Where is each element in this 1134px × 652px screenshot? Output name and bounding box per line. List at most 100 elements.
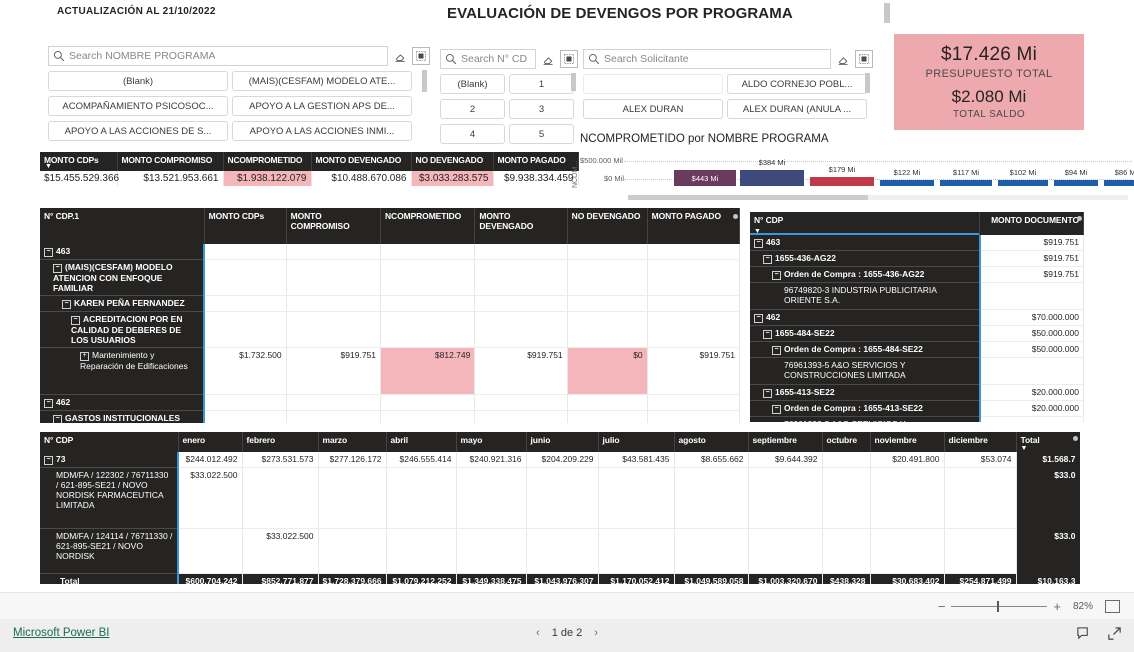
collapse-minus-icon[interactable]: − bbox=[754, 314, 763, 323]
row-header-karen-pena[interactable]: − KAREN PEÑA FERNANDEZ bbox=[40, 295, 206, 312]
table-row[interactable]: −462 bbox=[40, 394, 740, 411]
table-row[interactable]: − GASTOS INSTITUCIONALES bbox=[40, 410, 740, 423]
table-row[interactable]: −1655-436-AG22 $919.751 bbox=[750, 250, 1084, 267]
zoom-in-button[interactable]: + bbox=[1053, 599, 1061, 614]
collapse-minus-icon[interactable]: − bbox=[772, 346, 781, 355]
collapse-minus-icon[interactable]: − bbox=[763, 255, 772, 264]
kpi-col-monto-compromiso[interactable]: MONTO COMPROMISO bbox=[117, 152, 224, 171]
slicer-tile[interactable] bbox=[583, 74, 723, 94]
table-row[interactable]: −463 $919.751 bbox=[750, 235, 1084, 251]
row-header-proveedor-ao-servicios-2[interactable]: 76961393-5 A&O SERVICIOS Y CONSTRUCCIONE… bbox=[750, 416, 981, 422]
slicer-scrollbar-solicitante[interactable] bbox=[865, 73, 870, 93]
row-header-mdm-fa-124114[interactable]: MDM/FA / 124114 / 76711330 / 621-895-SE2… bbox=[40, 528, 179, 574]
row-header-orden-compra-1655-436[interactable]: − Orden de Compra : 1655-436-AG22 bbox=[750, 266, 981, 283]
row-header-463[interactable]: −463 bbox=[40, 244, 206, 260]
row-header-1655-436-ag22[interactable]: −1655-436-AG22 bbox=[750, 250, 981, 267]
col-abril[interactable]: abril bbox=[386, 432, 457, 452]
table-row[interactable]: − (MAIS)(CESFAM) MODELO ATENCION CON ENFO… bbox=[40, 259, 740, 296]
chevron-right-icon[interactable]: › bbox=[594, 627, 598, 639]
table-row[interactable]: − Orden de Compra : 1655-436-AG22 $919.75… bbox=[750, 266, 1084, 283]
bar[interactable] bbox=[880, 180, 934, 186]
col-monto-documento[interactable]: MONTO DOCUMENTO bbox=[979, 212, 1084, 235]
table-row[interactable]: 76961393-5 A&O SERVICIOS Y CONSTRUCCIONE… bbox=[750, 416, 1084, 422]
slicer-tile[interactable]: ALDO CORNEJO POBL... bbox=[727, 74, 867, 94]
focus-mode-icon[interactable] bbox=[412, 47, 430, 65]
matrix-right-scroll-dot[interactable] bbox=[1077, 216, 1082, 221]
kpi-col-monto-pagado[interactable]: MONTO PAGADO bbox=[493, 152, 579, 171]
slicer-tile[interactable]: (Blank) bbox=[440, 74, 505, 94]
matrix-left-scroll-dot[interactable] bbox=[733, 214, 738, 219]
canvas-scroll-indicator[interactable] bbox=[884, 3, 890, 23]
matrix-ncdp-documento[interactable]: N° CDP ▼ MONTO DOCUMENTO −463 $919.751 −… bbox=[750, 212, 1084, 422]
col-febrero[interactable]: febrero bbox=[242, 432, 319, 452]
table-row[interactable]: MDM/FA / 124114 / 76711330 / 621-895-SE2… bbox=[40, 528, 1080, 574]
focus-mode-icon[interactable] bbox=[560, 50, 578, 68]
bar[interactable] bbox=[1054, 180, 1098, 186]
search-input-cdp[interactable]: Search N° CD bbox=[440, 49, 536, 69]
slicer-tile[interactable]: (MAIS)(CESFAM) MODELO ATE... bbox=[232, 71, 412, 91]
slicer-tile[interactable]: APOYO A LAS ACCIONES INMI... bbox=[232, 121, 412, 141]
slicer-tile[interactable]: ALEX DURAN bbox=[583, 99, 723, 119]
collapse-minus-icon[interactable]: − bbox=[772, 271, 781, 280]
col-septiembre[interactable]: septiembre bbox=[748, 432, 823, 452]
matrix-cdp-mensual[interactable]: N° CDP enero febrero marzo abril mayo ju… bbox=[40, 432, 1080, 584]
col-enero[interactable]: enero bbox=[178, 432, 243, 452]
slicer-scrollbar-programa[interactable] bbox=[422, 70, 427, 92]
collapse-minus-icon[interactable]: − bbox=[772, 405, 781, 414]
col-ncdp1[interactable]: N° CDP.1 bbox=[40, 208, 205, 244]
bar[interactable] bbox=[810, 177, 874, 186]
kpi-col-no-devengado[interactable]: NO DEVENGADO bbox=[411, 152, 494, 171]
matrix-bottom-scroll-dot[interactable] bbox=[1073, 436, 1078, 441]
row-header-proveedor-industria-publicitaria[interactable]: 96749820-3 INDUSTRIA PUBLICITARIA ORIENT… bbox=[750, 282, 981, 310]
slicer-tile[interactable]: 4 bbox=[440, 124, 505, 144]
collapse-minus-icon[interactable]: − bbox=[62, 300, 71, 309]
col-julio[interactable]: julio bbox=[598, 432, 675, 452]
table-row[interactable]: MDM/FA / 122302 / 76711330 / 621-895-SE2… bbox=[40, 467, 1080, 529]
col-marzo[interactable]: marzo bbox=[318, 432, 387, 452]
comment-icon[interactable] bbox=[1076, 626, 1091, 641]
row-header-73[interactable]: −73 bbox=[40, 452, 179, 468]
slicer-tile[interactable]: ACOMPAÑAMIENTO PSICOSOC... bbox=[48, 96, 228, 116]
row-header-mais-cesfam[interactable]: − (MAIS)(CESFAM) MODELO ATENCION CON ENFO… bbox=[40, 259, 206, 296]
col-agosto[interactable]: agosto bbox=[674, 432, 749, 452]
collapse-minus-icon[interactable]: − bbox=[754, 239, 763, 248]
collapse-minus-icon[interactable]: − bbox=[44, 399, 53, 408]
col-ncdp[interactable]: N° CDP bbox=[40, 432, 179, 452]
clear-filter-icon[interactable] bbox=[835, 51, 851, 67]
col-diciembre[interactable]: diciembre bbox=[944, 432, 1017, 452]
collapse-minus-icon[interactable]: − bbox=[53, 264, 62, 273]
table-row[interactable]: + Mantenimiento y Reparación de Edificaci… bbox=[40, 347, 740, 395]
chart-hscrollbar-thumb[interactable] bbox=[628, 195, 868, 200]
matrix-evaluacion-programa[interactable]: N° CDP.1 MONTO CDPs MONTO COMPROMISO NCO… bbox=[40, 208, 740, 423]
bar[interactable] bbox=[940, 180, 992, 186]
col-junio[interactable]: junio bbox=[526, 432, 599, 452]
row-header-mdm-fa-122302[interactable]: MDM/FA / 122302 / 76711330 / 621-895-SE2… bbox=[40, 467, 179, 529]
slicer-tile[interactable]: 5 bbox=[509, 124, 574, 144]
fit-to-page-icon[interactable] bbox=[1105, 599, 1120, 613]
row-header-orden-compra-1655-413[interactable]: − Orden de Compra : 1655-413-SE22 bbox=[750, 400, 981, 417]
col-monto-pagado[interactable]: MONTO PAGADO bbox=[647, 208, 740, 244]
table-row[interactable]: − ACREDITACION POR EN CALIDAD DE DEBERES … bbox=[40, 311, 740, 348]
table-row[interactable]: − Orden de Compra : 1655-484-SE22 $50.000… bbox=[750, 341, 1084, 358]
fullscreen-icon[interactable] bbox=[1107, 626, 1122, 641]
table-row[interactable]: 76961393-5 A&O SERVICIOS Y CONSTRUCCIONE… bbox=[750, 357, 1084, 385]
row-header-acreditacion[interactable]: − ACREDITACION POR EN CALIDAD DE DEBERES … bbox=[40, 311, 206, 348]
col-ncomprometido[interactable]: NCOMPROMETIDO bbox=[380, 208, 476, 244]
bar[interactable] bbox=[998, 180, 1048, 186]
slicer-solicitante[interactable]: Search Solicitante ALDO CORNEJO POBL... … bbox=[583, 49, 873, 124]
collapse-minus-icon[interactable]: − bbox=[763, 330, 772, 339]
slicer-numero-cdp[interactable]: Search N° CD (Blank) 1 2 3 4 5 bbox=[440, 49, 578, 149]
table-row[interactable]: −462 $70.000.000 bbox=[750, 309, 1084, 326]
col-monto-cdps[interactable]: MONTO CDPs bbox=[204, 208, 287, 244]
row-header-1655-484-se22[interactable]: −1655-484-SE22 bbox=[750, 325, 981, 342]
bar[interactable] bbox=[740, 170, 804, 186]
collapse-minus-icon[interactable]: − bbox=[53, 415, 62, 423]
kpi-col-ncomprometido[interactable]: NCOMPROMETIDO bbox=[223, 152, 312, 171]
slicer-tile[interactable]: ALEX DURAN (ANULA ... bbox=[727, 99, 867, 119]
col-no-devengado[interactable]: NO DEVENGADO bbox=[567, 208, 648, 244]
slicer-tile[interactable]: APOYO A LA GESTION APS DE... bbox=[232, 96, 412, 116]
slicer-nombre-programa[interactable]: Search NOMBRE PROGRAMA (Blank) (MAIS)(CE… bbox=[48, 46, 430, 146]
slicer-tile[interactable]: 2 bbox=[440, 99, 505, 119]
col-monto-compromiso[interactable]: MONTO COMPROMISO bbox=[286, 208, 382, 244]
col-octubre[interactable]: octubre bbox=[822, 432, 871, 452]
